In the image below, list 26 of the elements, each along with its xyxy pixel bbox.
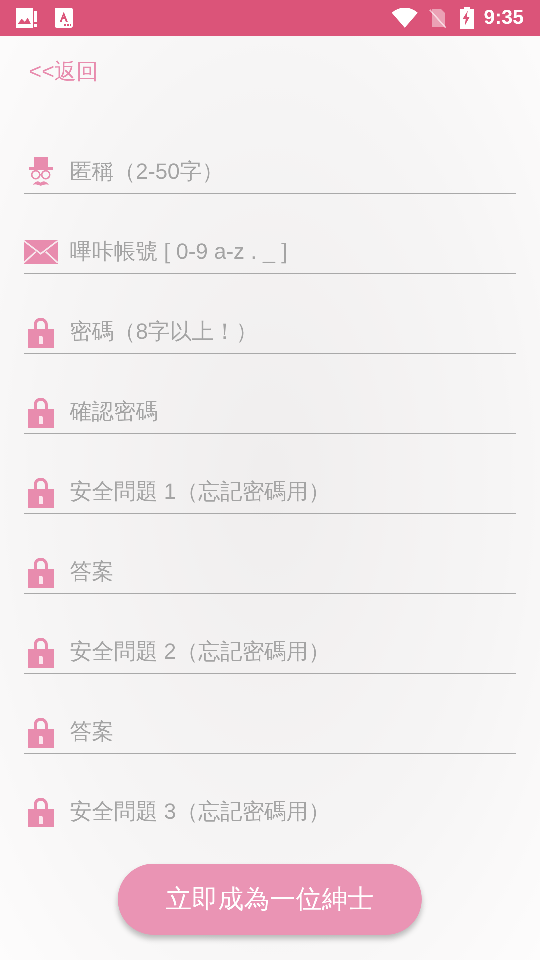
clock: 9:35	[484, 6, 524, 31]
input-field[interactable]: 確認密碼	[70, 395, 516, 428]
input-field[interactable]: 密碼（8字以上！）	[70, 315, 516, 348]
battery-charging-icon	[460, 7, 474, 29]
padlock-icon	[27, 796, 55, 827]
input-field[interactable]: 匿稱（2-50字）	[70, 155, 516, 188]
input-field[interactable]: 答案	[70, 715, 516, 748]
input-field[interactable]: 安全問題 2（忘記密碼用）	[70, 635, 516, 668]
back-link[interactable]: <<返回	[29, 59, 99, 84]
input-field[interactable]: 答案	[70, 555, 516, 588]
padlock-icon	[27, 716, 55, 748]
no-sim-icon	[428, 8, 448, 28]
wifi-icon	[392, 8, 418, 28]
input-field[interactable]: 嗶咔帳號 [ 0-9 a-z . _ ]	[70, 235, 516, 268]
padlock-icon	[27, 556, 55, 588]
envelope-icon	[24, 240, 58, 264]
padlock-icon	[27, 396, 55, 428]
image-alert-icon	[16, 8, 38, 28]
padlock-icon	[27, 316, 55, 348]
font-box-icon	[55, 8, 73, 28]
padlock-icon	[27, 636, 55, 668]
input-field[interactable]: 安全問題 1（忘記密碼用）	[70, 475, 516, 508]
hat-mustache-icon	[26, 154, 56, 188]
padlock-icon	[27, 476, 55, 508]
register-button[interactable]: 立即成為一位紳士	[118, 864, 422, 935]
input-field[interactable]: 安全問題 3（忘記密碼用）	[70, 795, 516, 827]
